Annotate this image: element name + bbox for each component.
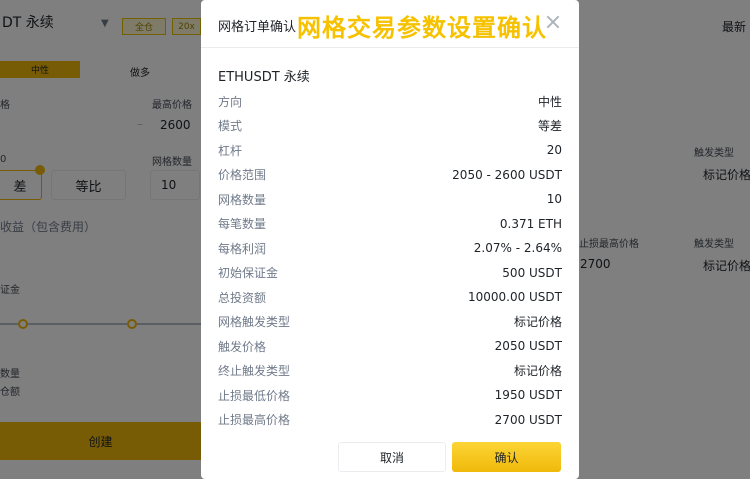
detail-row-total-investment: 总投资额 10000.00 USDT — [218, 285, 562, 310]
dialog-header: 网格订单确认 网格交易参数设置确认 — [201, 0, 579, 48]
detail-value: 0.371 ETH — [499, 216, 562, 231]
detail-key: 每格利润 — [218, 241, 267, 256]
detail-key: 终止触发类型 — [218, 364, 291, 379]
detail-value: 20 — [546, 143, 562, 158]
detail-row-price-range: 价格范围 2050 - 2600 USDT — [218, 163, 562, 188]
detail-value: 中性 — [537, 94, 562, 109]
detail-key: 杠杆 — [218, 143, 243, 158]
detail-value: 2700 USDT — [494, 412, 562, 427]
detail-value: 标记价格 — [513, 364, 562, 379]
detail-key: 触发价格 — [218, 339, 267, 354]
detail-value: 1950 USDT — [494, 388, 562, 403]
detail-key: 网格触发类型 — [218, 315, 291, 330]
detail-value: 2050 USDT — [494, 339, 562, 354]
detail-value: 10 — [546, 192, 562, 207]
close-icon[interactable] — [544, 13, 562, 31]
detail-key: 网格数量 — [218, 192, 267, 207]
detail-value: 2050 - 2600 USDT — [452, 167, 562, 182]
detail-row-stop-trigger-type: 终止触发类型 标记价格 — [218, 359, 562, 384]
order-details: 方向 中性 模式 等差 杠杆 20 价格范围 2050 - 2600 USDT 网格数量… — [218, 89, 562, 432]
contract-symbol: ETHUSDT 永续 — [218, 70, 310, 85]
dialog-title: 网格订单确认 — [218, 20, 297, 35]
detail-value: 500 USDT — [502, 265, 562, 280]
detail-key: 方向 — [218, 94, 243, 109]
detail-value: 标记价格 — [513, 315, 562, 330]
dialog-banner-caption: 网格交易参数设置确认 — [297, 14, 547, 42]
detail-row-initial-margin: 初始保证金 500 USDT — [218, 261, 562, 286]
grid-order-confirm-dialog: 网格订单确认 网格交易参数设置确认 ETHUSDT 永续 方向 中性 模式 等差 杠… — [201, 0, 579, 479]
detail-row-stop-min-price: 止损最低价格 1950 USDT — [218, 383, 562, 408]
detail-value: 10000.00 USDT — [467, 290, 562, 305]
detail-key: 止损最低价格 — [218, 388, 291, 403]
detail-row-grid-count: 网格数量 10 — [218, 187, 562, 212]
detail-row-trigger-price: 触发价格 2050 USDT — [218, 334, 562, 359]
detail-value: 2.07% - 2.64% — [473, 241, 562, 256]
confirm-button[interactable]: 确认 — [452, 442, 561, 472]
detail-row-grid-trigger-type: 网格触发类型 标记价格 — [218, 310, 562, 335]
detail-row-qty-per-order: 每笔数量 0.371 ETH — [218, 212, 562, 237]
detail-key: 模式 — [218, 119, 243, 134]
detail-row-leverage: 杠杆 20 — [218, 138, 562, 163]
cancel-button[interactable]: 取消 — [338, 442, 446, 472]
detail-row-direction: 方向 中性 — [218, 89, 562, 114]
detail-value: 等差 — [537, 119, 562, 134]
detail-row-mode: 模式 等差 — [218, 114, 562, 139]
detail-key: 每笔数量 — [218, 217, 267, 232]
detail-key: 止损最高价格 — [218, 413, 291, 428]
detail-row-stop-max-price: 止损最高价格 2700 USDT — [218, 408, 562, 433]
detail-key: 初始保证金 — [218, 266, 279, 281]
detail-key: 总投资额 — [218, 290, 267, 305]
detail-row-profit-per-grid: 每格利润 2.07% - 2.64% — [218, 236, 562, 261]
detail-key: 价格范围 — [218, 168, 267, 183]
